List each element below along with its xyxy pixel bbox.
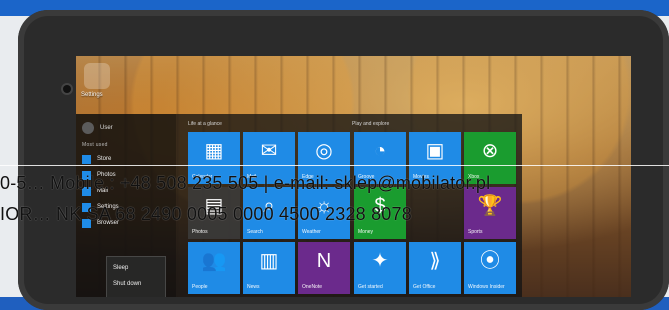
user-account[interactable]: User <box>82 122 113 134</box>
camera-icon <box>63 85 71 93</box>
tile-label: Search <box>247 229 263 235</box>
tiles-section-label: Play and explore <box>352 121 390 127</box>
tile-get-office[interactable]: ⟫ Get Office <box>409 242 461 294</box>
most-used-label: Most used <box>82 142 108 148</box>
shutdown-menu-item[interactable]: Shut down <box>113 281 141 287</box>
app-label: Store <box>97 156 112 162</box>
news-icon: ▥ <box>259 250 279 272</box>
tile-label: Weather <box>302 229 321 235</box>
tile-news[interactable]: ▥ News <box>243 242 295 294</box>
film-icon: ▣ <box>425 140 445 162</box>
tile-get-started[interactable]: ✦ Get started <box>354 242 406 294</box>
power-menu: Sleep Shut down <box>106 256 166 297</box>
tiles-section-label: Life at a glance <box>188 121 222 127</box>
megaphone-icon: ⟫ <box>429 250 441 272</box>
globe-icon: ◎ <box>315 140 333 162</box>
contact-overlay-line-2: IOR… NK SA 68 2490 0005 0000 4500 2328 8… <box>0 204 412 224</box>
tile-label: Sports <box>468 229 483 235</box>
tile-label: Get Office <box>413 284 436 290</box>
sleep-menu-item[interactable]: Sleep <box>113 265 128 271</box>
user-name: User <box>100 125 113 131</box>
desktop-icon-label: Settings <box>81 92 103 98</box>
tile-label: Photos <box>192 229 208 235</box>
calendar-icon: ▦ <box>204 140 224 162</box>
mail-icon: ✉ <box>260 140 278 162</box>
contact-overlay-line-1: 0-5… Mobile.: +48 508 235 505 | e-mail: … <box>0 173 491 193</box>
app-list-item[interactable]: Store <box>82 154 111 164</box>
tile-label: OneNote <box>302 284 323 290</box>
headphones-icon: ◔ <box>373 140 387 162</box>
tile-people[interactable]: 👥 People <box>188 242 240 294</box>
tile-label: Windows Insider <box>468 284 505 290</box>
tile-insider[interactable]: ⦿ Windows Insider <box>464 242 516 294</box>
people-icon: 👥 <box>201 250 227 272</box>
store-icon <box>82 154 91 164</box>
tile-label: News <box>247 284 260 290</box>
insider-icon: ⦿ <box>480 250 500 272</box>
tile-onenote[interactable]: N OneNote <box>298 242 350 294</box>
xbox-icon: ⊗ <box>481 140 499 162</box>
tile-label: Get started <box>358 284 383 290</box>
bulb-icon: ✦ <box>371 250 389 272</box>
onenote-icon: N <box>316 250 332 272</box>
contact-overlay-divider <box>0 165 669 166</box>
desktop-settings-icon[interactable] <box>84 63 110 89</box>
avatar <box>82 122 94 134</box>
tile-label: People <box>192 284 208 290</box>
tile-label: Money <box>358 229 374 235</box>
